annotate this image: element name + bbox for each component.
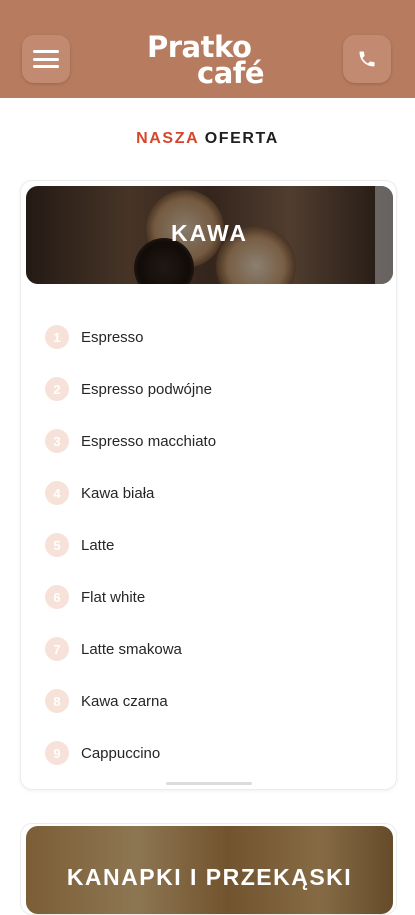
category-banner-kanapki[interactable]: KANAPKI I PRZEKĄSKI <box>26 826 393 914</box>
menu-item[interactable]: 3 Espresso macchiato <box>45 415 375 467</box>
item-number-badge: 1 <box>45 325 69 349</box>
menu-item-label: Kawa biała <box>81 484 155 502</box>
phone-icon <box>359 51 375 67</box>
item-number-badge: 2 <box>45 377 69 401</box>
menu-item-label: Espresso <box>81 328 144 346</box>
item-number-badge: 6 <box>45 585 69 609</box>
section-title: NASZA OFERTA <box>0 130 415 148</box>
menu-button[interactable] <box>22 35 70 83</box>
pratko-cafe-logo[interactable]: Pratko café <box>145 30 270 90</box>
menu-item[interactable]: 1 Espresso <box>45 311 375 363</box>
menu-item-label: Espresso macchiato <box>81 432 217 450</box>
item-number-badge: 3 <box>45 429 69 453</box>
item-number-badge: 7 <box>45 637 69 661</box>
list-scrollbar[interactable] <box>166 782 252 785</box>
category-title: KAWA <box>171 220 248 246</box>
logo-line2: café <box>197 56 265 90</box>
menu-item-label: Latte smakowa <box>81 640 182 658</box>
menu-item[interactable]: 2 Espresso podwójne <box>45 363 375 415</box>
category-card-kanapki: KANAPKI I PRZEKĄSKI <box>20 823 397 915</box>
menu-item[interactable]: 8 Kawa czarna <box>45 675 375 727</box>
menu-item-label: Latte <box>81 536 115 554</box>
section-title-accent: NASZA <box>136 130 199 147</box>
item-number-badge: 4 <box>45 481 69 505</box>
section-title-rest: OFERTA <box>204 130 279 147</box>
category-banner-kawa[interactable]: KAWA <box>26 186 393 284</box>
menu-item-label: Flat white <box>81 588 146 606</box>
menu-item[interactable]: 4 Kawa biała <box>45 467 375 519</box>
item-number-badge: 8 <box>45 689 69 713</box>
app-header: Pratko café <box>0 0 415 98</box>
menu-item[interactable]: 9 Cappuccino <box>45 727 375 779</box>
menu-item-list: 1 Espresso 2 Espresso podwójne 3 Espress… <box>45 311 375 779</box>
menu-item[interactable]: 5 Latte <box>45 519 375 571</box>
item-number-badge: 9 <box>45 741 69 765</box>
menu-item[interactable]: 7 Latte smakowa <box>45 623 375 675</box>
menu-item[interactable]: 6 Flat white <box>45 571 375 623</box>
category-card-kawa: KAWA 1 Espresso 2 Espresso podwójne 3 Es… <box>20 180 397 790</box>
phone-button[interactable] <box>343 35 391 83</box>
hamburger-menu-icon <box>33 50 59 68</box>
category-title: KANAPKI I PRZEKĄSKI <box>66 864 353 890</box>
menu-item-label: Cappuccino <box>81 744 161 762</box>
item-number-badge: 5 <box>45 533 69 557</box>
menu-item-label: Espresso podwójne <box>81 380 212 398</box>
menu-item-label: Kawa czarna <box>81 692 168 710</box>
